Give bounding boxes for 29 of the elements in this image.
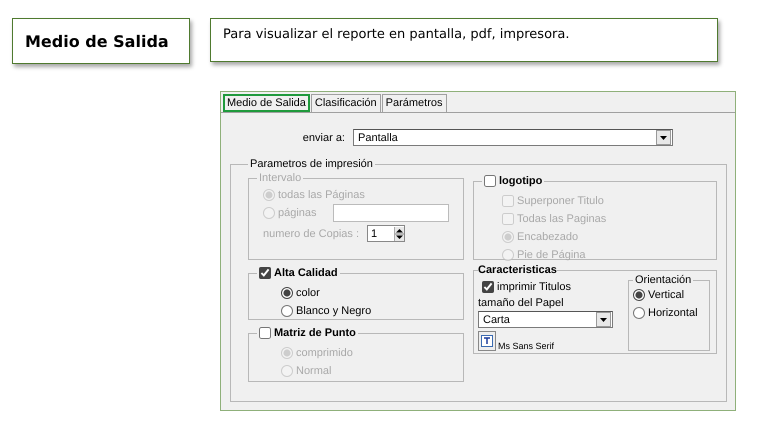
radio-button[interactable] [281, 287, 293, 299]
tab[interactable]: Parámetros [382, 94, 446, 112]
font-name-label: Ms Sans Serif [498, 341, 554, 351]
option-label[interactable]: Alta Calidad [274, 267, 338, 279]
field-label: tamaño del Papel [478, 297, 565, 309]
checkbox[interactable] [482, 281, 494, 293]
tab[interactable]: Clasificación [310, 94, 381, 112]
group-title: Parametros de impresión [249, 158, 374, 170]
font-icon [481, 335, 493, 347]
field-label: numero de Copias : [263, 228, 359, 240]
dropdown[interactable]: Carta [478, 311, 613, 328]
checkbox[interactable] [259, 267, 271, 279]
group-title: Caracteristicas [478, 264, 557, 276]
description-text: Para visualizar el reporte en pantalla, pdf, impresora. [210, 18, 718, 62]
tab[interactable]: Medio de Salida [223, 94, 310, 112]
dropdown[interactable]: Pantalla [353, 129, 673, 146]
section-title: Medio de Salida [12, 18, 190, 64]
option-label[interactable]: imprimir Titulos [497, 281, 571, 293]
option-label[interactable]: Horizontal [648, 307, 698, 319]
radio-button[interactable] [633, 307, 645, 319]
option-label[interactable]: Blanco y Negro [296, 305, 372, 317]
font-button[interactable] [478, 331, 496, 351]
option-label[interactable]: Vertical [648, 289, 684, 301]
option-label[interactable]: color [296, 287, 320, 299]
group-title: Orientación [634, 274, 692, 286]
group-title: Intervalo [258, 172, 302, 184]
radio-button[interactable] [633, 289, 645, 301]
field-label: enviar a: [302, 132, 345, 144]
radio-button[interactable] [281, 305, 293, 317]
